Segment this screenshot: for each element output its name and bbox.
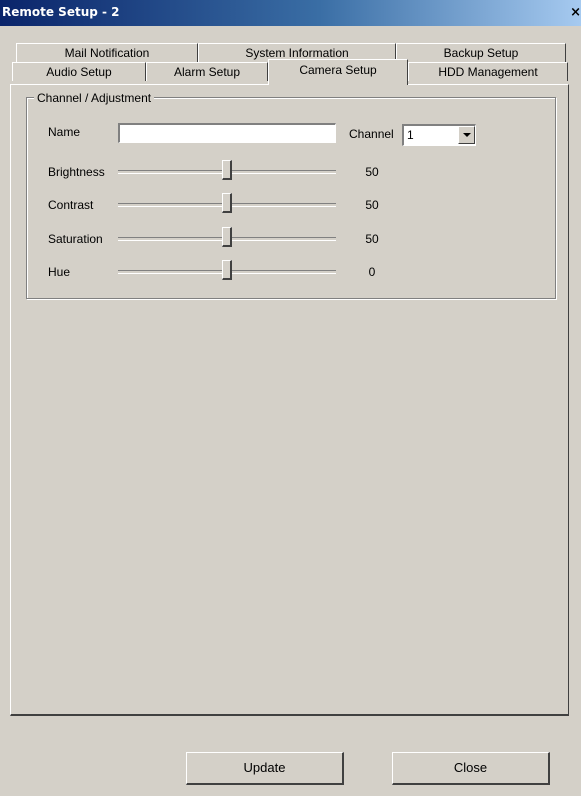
- slider-thumb[interactable]: [222, 160, 232, 180]
- window-title: Remote Setup - 2: [2, 5, 120, 19]
- contrast-slider[interactable]: [118, 193, 336, 215]
- contrast-label: Contrast: [48, 198, 94, 212]
- tab-label: Alarm Setup: [173, 65, 241, 79]
- tab-label: Audio Setup: [46, 65, 112, 79]
- slider-thumb[interactable]: [222, 260, 232, 280]
- tab-label: System Information: [245, 46, 349, 60]
- tab-label: HDD Management: [438, 65, 538, 79]
- channel-label: Channel: [349, 127, 394, 141]
- contrast-value: 50: [365, 198, 379, 212]
- hue-label: Hue: [48, 265, 71, 279]
- brightness-slider[interactable]: [118, 160, 336, 182]
- chevron-down-icon[interactable]: [458, 126, 475, 144]
- close-icon[interactable]: ×: [567, 6, 581, 20]
- tab-mail-notification[interactable]: Mail Notification: [16, 43, 198, 62]
- tab-label: Camera Setup: [299, 63, 377, 77]
- tab-alarm-setup[interactable]: Alarm Setup: [146, 62, 268, 81]
- group-title: Channel / Adjustment: [34, 91, 155, 105]
- tab-camera-setup[interactable]: Camera Setup: [268, 59, 408, 85]
- channel-value: 1: [407, 128, 414, 142]
- name-label: Name: [48, 125, 81, 139]
- brightness-label: Brightness: [48, 165, 105, 179]
- tab-backup-setup[interactable]: Backup Setup: [396, 43, 566, 62]
- tab-label: Mail Notification: [64, 46, 150, 60]
- close-button[interactable]: Close: [392, 752, 550, 785]
- slider-thumb[interactable]: [222, 227, 232, 247]
- update-button[interactable]: Update: [186, 752, 344, 785]
- title-bar: Remote Setup - 2 ×: [0, 0, 581, 26]
- saturation-slider[interactable]: [118, 227, 336, 249]
- channel-select[interactable]: 1: [402, 124, 476, 146]
- saturation-value: 50: [365, 232, 379, 246]
- hue-value: 0: [368, 265, 376, 279]
- tab-audio-setup[interactable]: Audio Setup: [12, 62, 146, 81]
- hue-slider[interactable]: [118, 260, 336, 282]
- saturation-label: Saturation: [48, 232, 103, 246]
- brightness-value: 50: [365, 165, 379, 179]
- tab-hdd-management[interactable]: HDD Management: [408, 62, 568, 81]
- slider-thumb[interactable]: [222, 193, 232, 213]
- name-input[interactable]: [118, 123, 336, 143]
- tab-label: Backup Setup: [443, 46, 519, 60]
